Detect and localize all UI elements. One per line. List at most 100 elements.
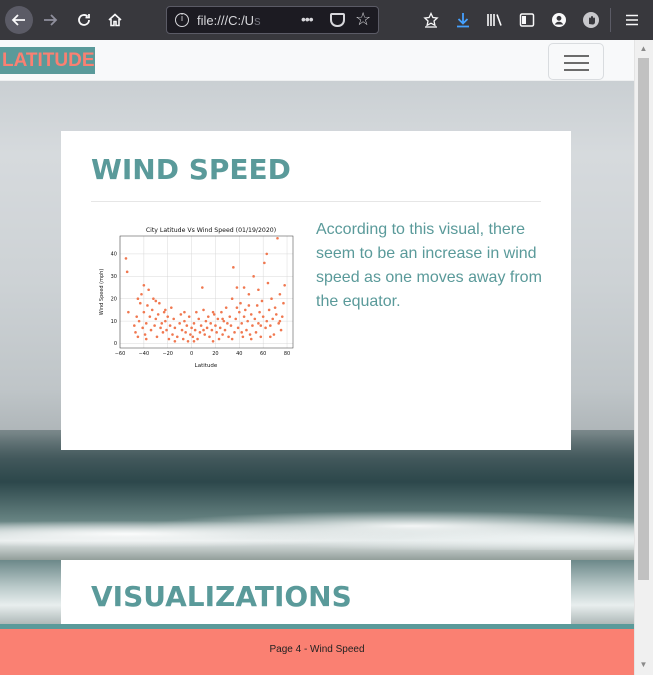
scatter-point bbox=[150, 308, 154, 312]
library-icon[interactable] bbox=[484, 9, 506, 31]
scatter-point bbox=[155, 335, 159, 339]
y-tick-label: 40 bbox=[111, 252, 117, 258]
scatter-point bbox=[277, 322, 280, 325]
scatter-point bbox=[240, 322, 243, 325]
scatter-point bbox=[178, 322, 181, 325]
page-footer: Page 4 - Wind Speed bbox=[0, 624, 634, 675]
scatter-point bbox=[156, 313, 160, 316]
home-icon bbox=[108, 13, 122, 27]
scatter-point bbox=[211, 339, 215, 343]
scatter-point bbox=[208, 335, 211, 339]
scatter-point bbox=[202, 308, 205, 312]
scatter-point bbox=[127, 310, 130, 314]
footer-text: Page 4 - Wind Speed bbox=[269, 644, 365, 655]
scatter-point bbox=[149, 328, 153, 332]
scatter-point bbox=[220, 310, 223, 314]
scatter-point bbox=[181, 337, 185, 341]
chart-title: City Latitude Vs Wind Speed (01/19/2020) bbox=[146, 227, 276, 234]
scatter-point bbox=[161, 331, 165, 334]
scatter-point bbox=[278, 292, 282, 296]
scatter-point bbox=[158, 301, 161, 305]
reload-icon bbox=[78, 14, 90, 26]
chart-points bbox=[124, 236, 286, 343]
scatter-point bbox=[273, 306, 277, 309]
x-tick-label: −60 bbox=[115, 351, 126, 357]
scatter-point bbox=[144, 337, 148, 341]
url-bar[interactable]: i file:///C:/Us ••• ☆ bbox=[166, 6, 379, 34]
reload-button[interactable] bbox=[70, 6, 98, 34]
info-icon[interactable]: i bbox=[175, 13, 189, 27]
scatter-point bbox=[278, 319, 282, 323]
scatter-point bbox=[134, 331, 137, 334]
scatter-point bbox=[192, 322, 196, 325]
scatter-point bbox=[183, 319, 186, 323]
home-button[interactable] bbox=[101, 6, 129, 34]
scatter-point bbox=[259, 324, 263, 327]
scatter-point bbox=[254, 331, 258, 334]
scrollbar-thumb[interactable] bbox=[638, 58, 649, 580]
scatter-point bbox=[212, 313, 216, 316]
x-tick-label: 0 bbox=[190, 351, 193, 357]
scatter-point bbox=[179, 313, 183, 316]
url-text[interactable]: file:///C:/Us bbox=[197, 13, 267, 28]
scatter-point bbox=[154, 317, 158, 321]
scatter-point bbox=[206, 315, 210, 318]
scatter-point bbox=[146, 304, 149, 307]
wind-speed-card: WIND SPEED City Latitude Vs Wind Speed (… bbox=[61, 131, 571, 450]
scatter-point bbox=[193, 328, 197, 332]
scatter-point bbox=[240, 331, 243, 334]
scatter-point bbox=[243, 308, 247, 312]
scatter-point bbox=[168, 324, 172, 327]
scatter-point bbox=[211, 310, 215, 314]
scatter-point bbox=[140, 292, 143, 296]
scatter-point bbox=[201, 286, 204, 289]
scatter-point bbox=[232, 266, 235, 269]
vertical-scrollbar[interactable]: ▲ ▼ bbox=[634, 40, 653, 675]
scroll-down-icon[interactable]: ▼ bbox=[638, 660, 649, 670]
scatter-point bbox=[257, 288, 260, 292]
scatter-point bbox=[242, 315, 246, 318]
card-title: WIND SPEED bbox=[91, 153, 291, 186]
pocket-icon[interactable] bbox=[330, 13, 345, 27]
account-icon[interactable] bbox=[548, 9, 570, 31]
scatter-point bbox=[184, 331, 187, 334]
scatter-point bbox=[245, 328, 248, 332]
extension-icon[interactable] bbox=[580, 9, 602, 31]
scatter-point bbox=[124, 257, 128, 260]
scatter-point bbox=[214, 324, 217, 327]
download-icon[interactable] bbox=[452, 9, 474, 31]
back-button[interactable] bbox=[5, 6, 33, 34]
scatter-point bbox=[222, 319, 226, 323]
scatter-point bbox=[230, 297, 234, 301]
scatter-point bbox=[230, 337, 234, 341]
page-actions-icon[interactable]: ••• bbox=[301, 11, 314, 27]
wind-speed-scatter-chart[interactable]: City Latitude Vs Wind Speed (01/19/2020)… bbox=[97, 223, 297, 369]
scatter-point bbox=[143, 333, 147, 336]
scatter-point bbox=[217, 337, 221, 341]
scroll-up-icon[interactable]: ▲ bbox=[638, 44, 649, 54]
y-axis-label: Wind Speed (mph) bbox=[99, 269, 105, 316]
scatter-point bbox=[197, 317, 201, 321]
browser-toolbar: i file:///C:/Us ••• ☆ bbox=[0, 0, 653, 40]
scatter-point bbox=[137, 319, 141, 323]
forward-button[interactable] bbox=[36, 6, 64, 34]
scatter-point bbox=[266, 281, 270, 285]
scatter-point bbox=[261, 315, 265, 318]
x-tick-label: 20 bbox=[212, 351, 218, 357]
scatter-point bbox=[226, 322, 229, 325]
menu-icon[interactable] bbox=[621, 9, 643, 31]
bookmark-star-icon[interactable]: ☆ bbox=[355, 9, 371, 30]
scatter-point bbox=[249, 313, 253, 316]
brand-logo[interactable]: LATITUDE bbox=[0, 47, 95, 74]
scatter-point bbox=[267, 308, 271, 312]
scatter-point bbox=[159, 326, 162, 330]
scatter-point bbox=[283, 283, 286, 287]
wave-foam bbox=[0, 510, 634, 550]
scatter-point bbox=[183, 310, 186, 314]
scatter-point bbox=[171, 333, 174, 336]
navbar-toggle-button[interactable] bbox=[548, 43, 604, 80]
bookmarks-star-icon[interactable] bbox=[420, 9, 442, 31]
scatter-point bbox=[167, 337, 171, 341]
scatter-point bbox=[215, 331, 218, 334]
sidebar-icon[interactable] bbox=[516, 9, 538, 31]
